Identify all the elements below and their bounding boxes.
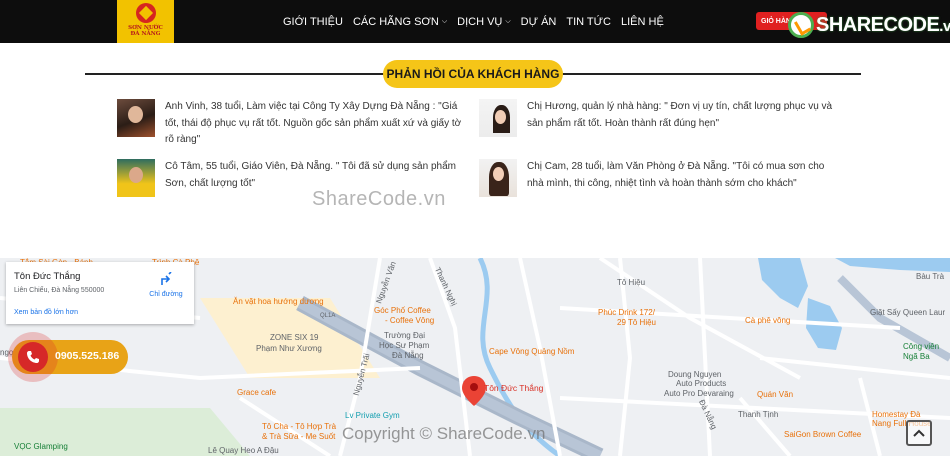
- chevron-up-icon: [913, 429, 925, 437]
- testimonial-item: Chị Cam, 28 tuổi, làm Văn Phòng ở Đà Nẵn…: [479, 159, 834, 197]
- section-title: PHẢN HỒI CỦA KHÁCH HÀNG: [383, 60, 563, 88]
- map-poi-label: Phúc Drink 172/: [598, 308, 655, 317]
- testimonial-text: Chị Hương, quản lý nhà hàng: " Đơn vị uy…: [527, 101, 833, 129]
- site-logo[interactable]: SƠN NƯỚC ĐÀ NẴNG: [117, 0, 174, 43]
- map-poi-label: ZONE SIX 19: [270, 333, 319, 342]
- scroll-to-top-button[interactable]: [906, 420, 932, 446]
- testimonial-text: Anh Vinh, 38 tuổi, Làm việc tại Công Ty …: [165, 101, 462, 145]
- map-poi-label: SaiGon Brown Coffee: [784, 430, 862, 439]
- testimonial-item: Chị Hương, quản lý nhà hàng: " Đơn vị uy…: [479, 99, 834, 137]
- map-poi-label: - Coffee Vông: [385, 316, 435, 325]
- phone-icon[interactable]: [18, 342, 48, 372]
- copyright-watermark: Copyright © ShareCode.vn: [342, 424, 546, 443]
- map-poi-label: Grace cafe: [237, 388, 277, 397]
- watermark-text: ShareCode.vn: [312, 188, 446, 210]
- sharecode-brand: SHARECODE: [816, 13, 940, 36]
- customer-photo: [479, 99, 517, 137]
- nav-item-dich-vu[interactable]: DỊCH VỤ ⌵: [457, 16, 511, 28]
- customer-photo: [117, 159, 155, 197]
- map-poi-label: Quán Văn: [757, 390, 794, 399]
- map-lake: [835, 258, 950, 272]
- map-poi-label: Cà phê vông: [745, 316, 791, 325]
- map-route-badge: QL1A: [320, 313, 336, 319]
- map-poi-label: Lê Quay Heo A Đậu: [208, 446, 279, 455]
- map-poi-label: Homestay Đà: [872, 410, 921, 419]
- map-poi-label: 29 Tô Hiệu: [617, 318, 656, 327]
- map-poi-label: Góc Phố Coffee: [374, 306, 431, 315]
- hotline-number[interactable]: 0905.525.186: [55, 350, 119, 362]
- logo-emblem: [135, 3, 156, 23]
- map-street-label: Thanh Tịnh: [738, 410, 779, 419]
- testimonial-text: Chị Cam, 28 tuổi, làm Văn Phòng ở Đà Nẵn…: [527, 161, 825, 189]
- map-street-label: Bàu Trà: [916, 272, 945, 281]
- sharecode-watermark-logo: SHARECODE.vn: [788, 9, 950, 41]
- sharecode-wordmark: SHARECODE.vn: [816, 14, 950, 37]
- logo-text: SƠN NƯỚC ĐÀ NẴNG: [128, 25, 163, 37]
- map-poi-label: Phạm Như Xương: [256, 344, 322, 353]
- nav-item-lien-he[interactable]: LIÊN HỆ: [621, 16, 664, 28]
- map-poi-label: Tô Cha - Tô Hợp Trà: [262, 422, 337, 431]
- map-poi-label: Auto Pro Devaraing: [664, 389, 734, 398]
- sharecode-tld: .vn: [939, 17, 950, 35]
- map-poi-label: Ngã Ba: [903, 352, 930, 361]
- main-nav: GIỚI THIỆU CÁC HÃNG SƠN ⌵ DỊCH VỤ ⌵ DỰ ÁN …: [283, 0, 674, 43]
- map-poi-label: Học Sư Phạm: [379, 341, 430, 350]
- directions-icon: [159, 272, 173, 286]
- map-poi-label: Trường Đại: [384, 331, 425, 340]
- map-pin-label: Tôn Đức Thắng: [484, 383, 544, 393]
- nav-item-gioi-thieu[interactable]: GIỚI THIỆU: [283, 16, 343, 28]
- testimonial-item: Anh Vinh, 38 tuổi, Làm việc tại Công Ty …: [117, 99, 462, 149]
- nav-label: DỰ ÁN: [520, 15, 557, 28]
- nav-label: LIÊN HỆ: [621, 15, 664, 28]
- nav-item-du-an[interactable]: DỰ ÁN: [521, 16, 557, 28]
- nav-item-tin-tuc[interactable]: TIN TỨC: [566, 16, 611, 28]
- map-poi-label: & Trà Sữa - Me Suốt: [262, 432, 336, 441]
- directions-label: Chỉ đường: [149, 291, 183, 298]
- nav-label: DỊCH VỤ: [457, 15, 503, 28]
- map-poi-label: Lv Private Gym: [345, 411, 400, 420]
- nav-label: CÁC HÃNG SƠN: [352, 15, 439, 28]
- map-poi-label: VỌC Glamping: [14, 442, 68, 451]
- chevron-down-icon: ⌵: [505, 18, 511, 25]
- map-lake: [758, 258, 808, 308]
- map-info-card: Tôn Đức Thắng Liên Chiểu, Đà Nẵng 550000…: [6, 262, 194, 324]
- view-larger-map-link[interactable]: Xem bản đồ lớn hơn: [14, 309, 78, 316]
- place-address: Liên Chiểu, Đà Nẵng 550000: [14, 287, 105, 294]
- map-poi-label: Cape Vông Quảng Nồm: [489, 347, 575, 356]
- map-poi-label: Công viên: [903, 342, 940, 351]
- nav-item-cac-hang-son[interactable]: CÁC HÃNG SƠN ⌵: [353, 16, 447, 28]
- map-poi-label: Giặt Sấy Queen Laur: [870, 308, 946, 317]
- site-header: SƠN NƯỚC ĐÀ NẴNG GIỚI THIỆU CÁC HÃNG SƠN…: [0, 0, 950, 43]
- nav-label: GIỚI THIỆU: [283, 15, 343, 28]
- customer-photo: [479, 159, 517, 197]
- nav-label: TIN TỨC: [566, 15, 611, 28]
- place-title: Tôn Đức Thắng: [14, 271, 81, 282]
- logo-line-2: ĐÀ NẴNG: [130, 31, 161, 37]
- map-poi-label: Doung Nguyen: [668, 370, 722, 379]
- directions-button[interactable]: Chỉ đường: [146, 272, 186, 298]
- customer-photo: [117, 99, 155, 137]
- map-street-label: Tô Hiệu: [617, 278, 646, 287]
- sharecode-badge-icon: [788, 12, 814, 38]
- map-poi-label: Ăn vặt hoa hướng dương: [233, 297, 324, 306]
- map-poi-label: Đà Nẵng: [392, 351, 424, 360]
- chevron-down-icon: ⌵: [441, 18, 448, 25]
- map-poi-label: Auto Products: [676, 379, 727, 388]
